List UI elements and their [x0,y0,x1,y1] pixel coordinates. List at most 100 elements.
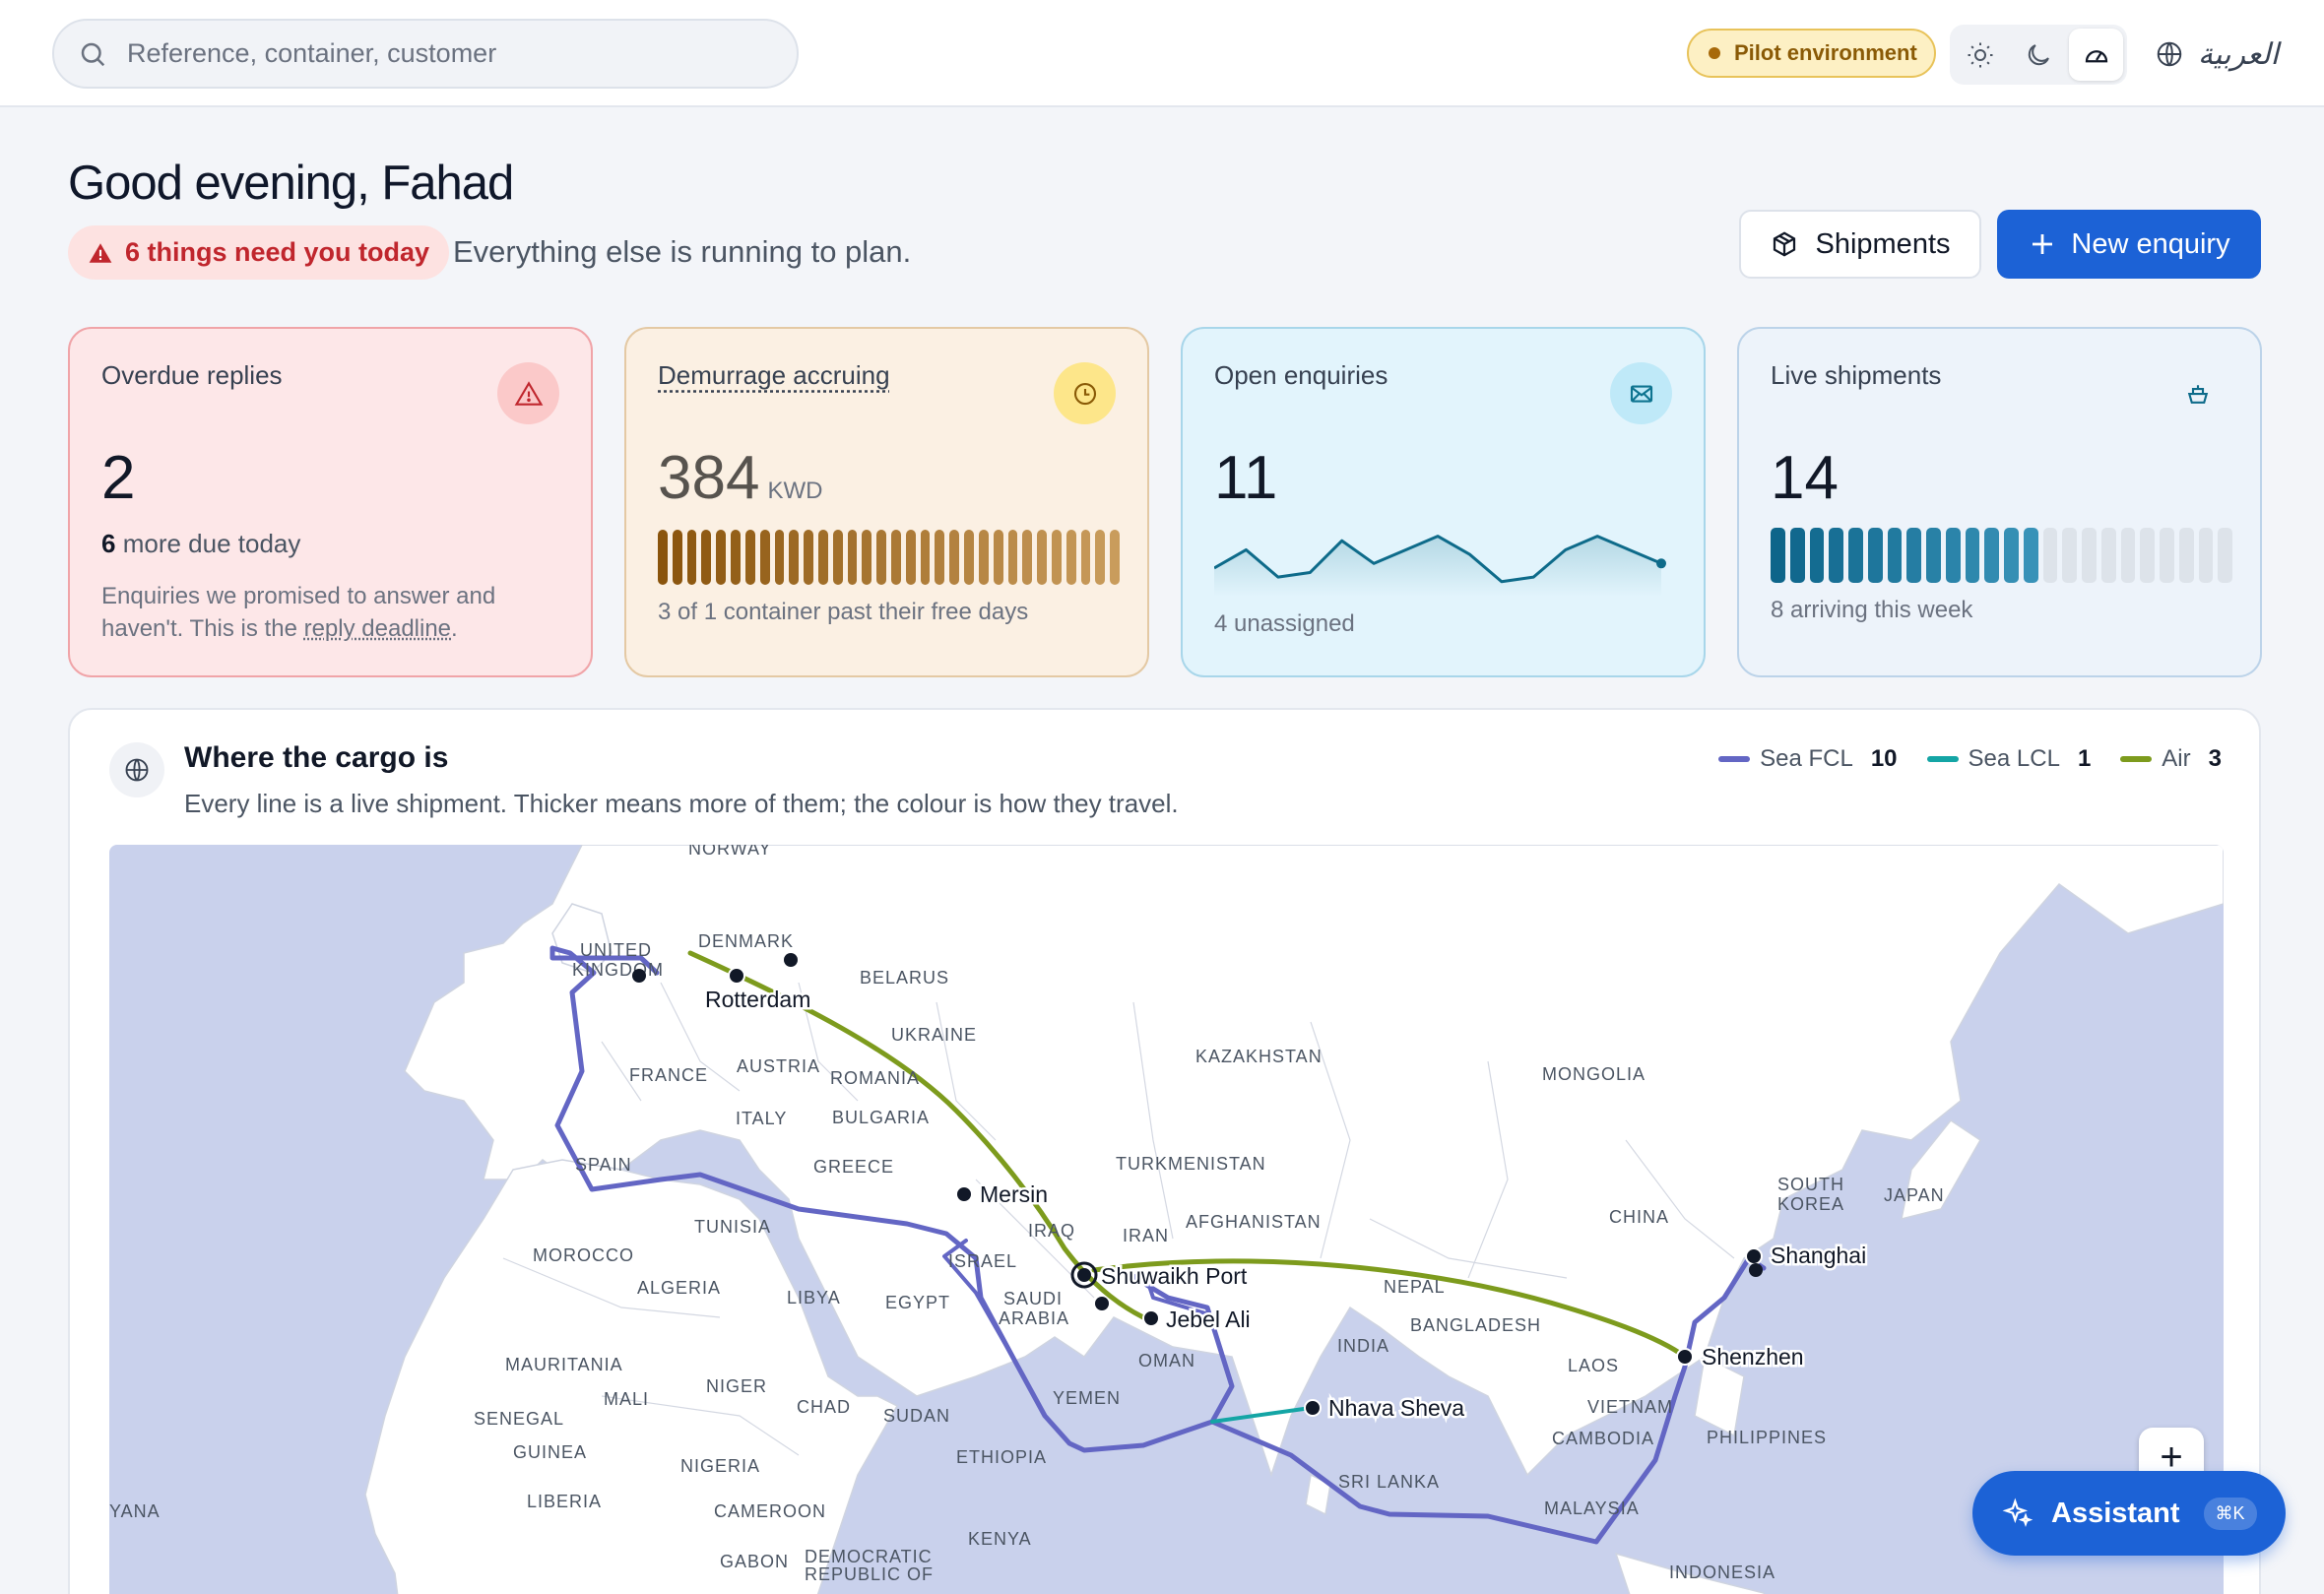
city-label[interactable]: Mersin [978,1180,1051,1210]
card-icon-wrap [2166,362,2228,424]
meter-bar [978,530,989,585]
country-label-saudi-2: ARABIA [999,1308,1069,1328]
meter-bar [964,530,974,585]
due-today-line: 6 more due today [101,529,300,559]
meter-bar [2140,528,2155,583]
country-label-laos: LAOS [1568,1356,1619,1375]
map-icon-wrap [109,742,164,797]
card-title: Live shipments [1771,360,1942,390]
meter-bar [658,530,668,585]
dark-theme-button[interactable] [2012,29,2066,81]
port-marker[interactable] [784,953,798,967]
open-enquiries-card[interactable]: Open enquiries 11 4 unassigned [1181,327,1706,677]
search-input[interactable] [127,38,757,69]
live-shipments-card[interactable]: Live shipments 14 8 arriving this week [1737,327,2262,677]
city-label[interactable]: Nhava Sheva [1326,1393,1467,1424]
meter-bar [949,530,960,585]
moon-icon [2028,43,2049,65]
country-label-sudan: SUDAN [883,1406,950,1426]
card-title: Overdue replies [101,360,283,390]
country-label-uk-2: KINGDOM [572,960,664,980]
port-marker[interactable] [1095,1297,1109,1310]
clock-icon [1073,382,1096,405]
port-marker[interactable] [1142,1309,1160,1327]
port-marker[interactable] [1304,1399,1322,1417]
language-switcher[interactable]: العربية [2155,30,2279,79]
warning-icon [89,242,112,263]
card-footnote: 8 arriving this week [1771,597,1973,623]
meter-bar [774,530,785,585]
country-label-belarus: BELARUS [860,968,949,988]
meter-bar [1037,530,1047,585]
meter-bar [1945,528,1961,583]
new-enquiry-button[interactable]: New enquiry [1997,210,2261,279]
auto-theme-button[interactable] [2069,29,2124,81]
port-marker[interactable] [1745,1247,1763,1265]
city-label[interactable]: Jebel Ali [1164,1305,1254,1335]
meter-bar [2042,528,2058,583]
shipments-button[interactable]: Shipments [1739,210,1981,279]
port-marker[interactable] [728,967,745,985]
port-marker[interactable] [632,969,646,983]
city-label[interactable]: Shenzhen [1700,1342,1807,1372]
country-label-uk-1: UNITED [580,940,652,960]
due-today-count: 6 [101,529,116,558]
due-today-label: more due today [122,529,301,558]
meter-bar [2082,528,2097,583]
meter-bar [1926,528,1941,583]
card-title: Open enquiries [1214,360,1388,390]
city-label[interactable]: Rotterdam [703,985,813,1015]
search-box[interactable] [52,19,799,89]
country-label-spain: SPAIN [575,1155,632,1175]
meter-bar [1829,528,1843,583]
meter-bar [1809,528,1825,583]
port-marker[interactable] [1077,1268,1091,1282]
country-label-iraq: IRAQ [1028,1221,1075,1241]
meter-bar [789,530,800,585]
country-label-india: INDIA [1337,1336,1389,1356]
country-label-france: FRANCE [629,1065,708,1085]
map-legend: Sea FCL 10 Sea LCL 1 Air 3 [1718,745,2222,773]
sparkline-point [1656,558,1666,569]
attention-alert[interactable]: 6 things need you today [68,225,450,280]
map-canvas: NORWAY UNITED KINGDOM DENMARK BELARUS UK… [109,845,2224,1594]
meter-bar [935,530,945,585]
world-map[interactable]: NORWAY UNITED KINGDOM DENMARK BELARUS UK… [109,845,2224,1594]
card-icon-wrap [1610,362,1672,424]
environment-badge: Pilot environment [1687,29,1936,78]
legend-swatch [2120,756,2153,762]
overdue-replies-card[interactable]: Overdue replies 2 6 more due today Enqui… [68,327,593,677]
country-label-libya: LIBYA [787,1288,841,1307]
meter-bar [1095,530,1106,585]
search-icon [81,42,105,66]
reply-deadline-link[interactable]: reply deadline [304,615,451,642]
country-label-greece: GREECE [813,1157,894,1177]
meter-bar [1887,528,1903,583]
card-icon-wrap [497,362,559,424]
sparkle-icon [2002,1498,2034,1527]
light-theme-button[interactable] [1954,29,2008,81]
assistant-button[interactable]: Assistant ⌘K [1972,1471,2286,1556]
port-marker[interactable] [1749,1263,1763,1277]
legend-item-sea-fcl[interactable]: Sea FCL 10 [1718,745,1898,773]
city-label[interactable]: Shuwaikh Port [1099,1261,1251,1292]
country-label-vietnam: VIETNAM [1587,1397,1673,1417]
card-title: Demurrage accruing [658,360,890,390]
port-marker[interactable] [955,1185,973,1203]
port-marker[interactable] [1676,1348,1694,1366]
globe-icon [2157,41,2182,67]
assistant-label: Assistant [2051,1497,2180,1529]
demurrage-bar-meter [658,530,1120,585]
demurrage-card[interactable]: Demurrage accruing 384 KWD 3 of 1 contain… [624,327,1149,677]
meter-bar [876,530,886,585]
country-label-south-korea-2: KOREA [1777,1194,1844,1214]
meter-bar [2100,528,2116,583]
legend-label: Sea FCL [1760,745,1853,772]
meter-bar [2160,528,2174,583]
legend-item-sea-lcl[interactable]: Sea LCL 1 [1926,745,2091,773]
city-label[interactable]: Shanghai [1769,1241,1869,1271]
meter-bar [1789,528,1805,583]
country-label-bulgaria: BULGARIA [832,1108,930,1127]
ship-icon [2187,384,2208,404]
legend-item-air[interactable]: Air 3 [2120,745,2222,773]
